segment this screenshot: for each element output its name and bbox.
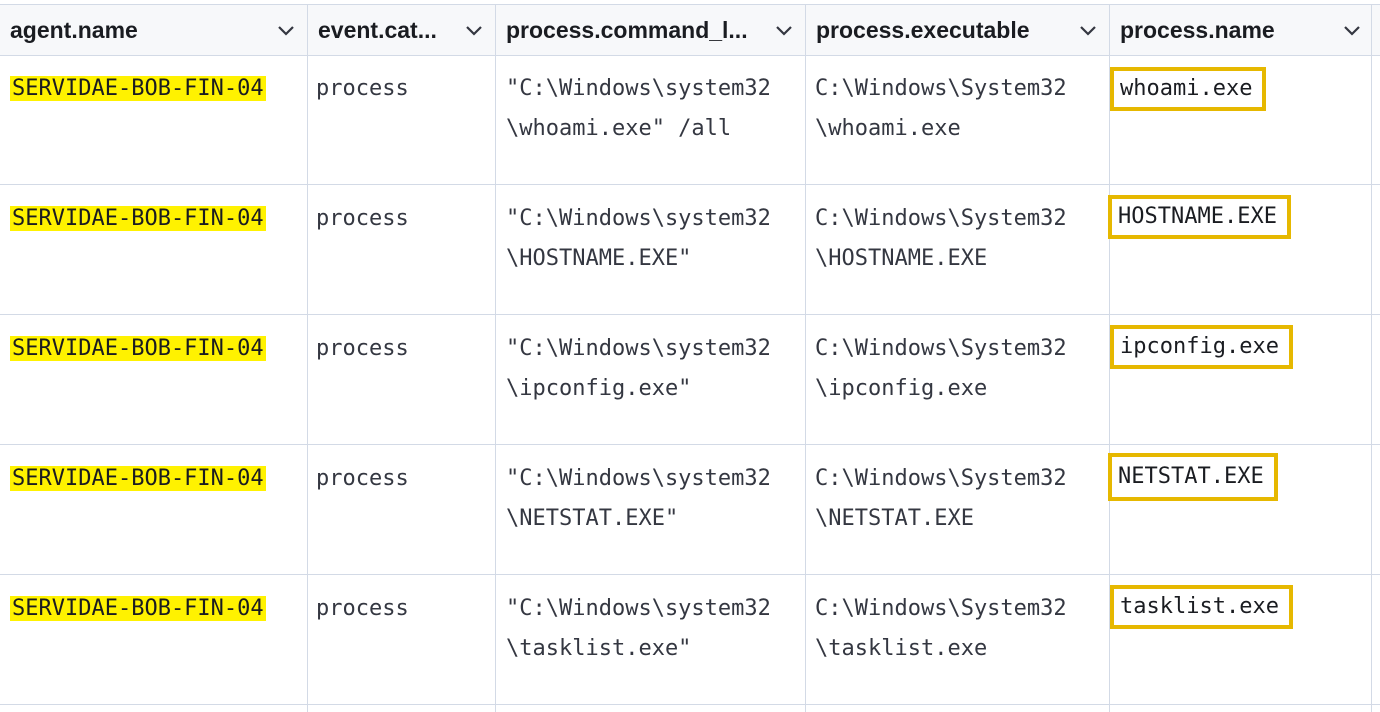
grid-header: agent.name event.cat... process.command_… — [0, 4, 1380, 56]
executable-text: \tasklist.exe — [815, 636, 988, 661]
agent-name-highlight: SERVIDAE-BOB-FIN-04 — [10, 336, 266, 361]
agent-name-cell: SERVIDAE-BOB-FIN-04 — [10, 55, 266, 184]
process-name-box: whoami.exe — [1110, 67, 1267, 111]
executable-text: \ipconfig.exe — [815, 376, 988, 401]
column-header-process-command-line[interactable]: process.command_l... — [496, 5, 806, 55]
table-row[interactable]: SERVIDAE-BOB-FIN-04 process "C:\Windows\… — [0, 575, 1380, 705]
chevron-down-icon[interactable] — [464, 21, 484, 41]
executable-text: \HOSTNAME.EXE — [815, 246, 988, 271]
chevron-down-icon[interactable] — [774, 21, 794, 41]
agent-name-highlight: SERVIDAE-BOB-FIN-04 — [10, 466, 266, 491]
process-name-box: NETSTAT.EXE — [1108, 453, 1278, 501]
command-line-text: \HOSTNAME.EXE" — [506, 246, 692, 271]
agent-name-cell: SERVIDAE-BOB-FIN-04 — [10, 315, 266, 444]
command-line-cell: "C:\Windows\system32 \tasklist.exe" — [506, 575, 771, 704]
command-line-text: "C:\Windows\system32 — [506, 76, 771, 101]
process-name-box: HOSTNAME.EXE — [1108, 195, 1291, 239]
process-name-cell: NETSTAT.EXE — [1108, 445, 1278, 574]
column-header-event-category[interactable]: event.cat... — [308, 5, 496, 55]
agent-name-cell: SERVIDAE-BOB-FIN-04 — [10, 575, 266, 704]
column-header-label: agent.name — [10, 16, 138, 43]
column-header-label: process.command_l... — [506, 16, 748, 43]
column-header-label: process.name — [1120, 16, 1275, 43]
command-line-cell: "C:\Windows\system32 \ipconfig.exe" — [506, 315, 771, 444]
column-header-agent-name[interactable]: agent.name — [0, 5, 308, 55]
command-line-text: \tasklist.exe" — [506, 636, 692, 661]
table-row[interactable]: SERVIDAE-BOB-FIN-04 process "C:\Windows\… — [0, 445, 1380, 575]
table-row[interactable]: SERVIDAE-BOB-FIN-04 process "C:\Windows\… — [0, 315, 1380, 445]
process-name-cell: HOSTNAME.EXE — [1108, 185, 1291, 314]
event-category-cell: process — [316, 336, 409, 361]
command-line-text: "C:\Windows\system32 — [506, 206, 771, 231]
command-line-cell: "C:\Windows\system32 \NETSTAT.EXE" — [506, 445, 771, 574]
command-line-text: "C:\Windows\system32 — [506, 336, 771, 361]
event-category-cell: process — [316, 206, 409, 231]
event-category-cell: process — [316, 76, 409, 101]
process-name-box: tasklist.exe — [1110, 585, 1293, 629]
command-line-text: "C:\Windows\system32 — [506, 466, 771, 491]
executable-text: C:\Windows\System32 — [815, 206, 1067, 231]
agent-name-highlight: SERVIDAE-BOB-FIN-04 — [10, 206, 266, 231]
column-header-label: event.cat... — [318, 16, 437, 43]
command-line-cell: "C:\Windows\system32 \whoami.exe" /all — [506, 55, 771, 184]
agent-name-highlight: SERVIDAE-BOB-FIN-04 — [10, 596, 266, 621]
executable-cell: C:\Windows\System32 \NETSTAT.EXE — [815, 445, 1067, 574]
column-header-process-executable[interactable]: process.executable — [806, 5, 1110, 55]
agent-name-cell: SERVIDAE-BOB-FIN-04 — [10, 445, 266, 574]
event-category-cell: process — [316, 466, 409, 491]
executable-text: C:\Windows\System32 — [815, 466, 1067, 491]
agent-name-highlight: SERVIDAE-BOB-FIN-04 — [10, 76, 266, 101]
executable-cell: C:\Windows\System32 \ipconfig.exe — [815, 315, 1067, 444]
table-row[interactable]: SERVIDAE-BOB-FIN-04 process "C:\Windows\… — [0, 55, 1380, 185]
command-line-text: \ipconfig.exe" — [506, 376, 692, 401]
process-name-cell: tasklist.exe — [1110, 575, 1293, 704]
column-header-process-name[interactable]: process.name — [1110, 5, 1372, 55]
executable-cell: C:\Windows\System32 \tasklist.exe — [815, 575, 1067, 704]
executable-text: C:\Windows\System32 — [815, 336, 1067, 361]
command-line-text: \NETSTAT.EXE" — [506, 506, 679, 531]
command-line-text: \whoami.exe" /all — [506, 116, 732, 141]
executable-text: \whoami.exe — [815, 116, 961, 141]
event-category-cell: process — [316, 596, 409, 621]
process-name-box: ipconfig.exe — [1110, 325, 1293, 369]
executable-text: C:\Windows\System32 — [815, 76, 1067, 101]
command-line-cell: "C:\Windows\system32 \HOSTNAME.EXE" — [506, 185, 771, 314]
chevron-down-icon[interactable] — [1078, 21, 1098, 41]
chevron-down-icon[interactable] — [1342, 21, 1362, 41]
executable-cell: C:\Windows\System32 \whoami.exe — [815, 55, 1067, 184]
chevron-down-icon[interactable] — [276, 21, 296, 41]
executable-text: \NETSTAT.EXE — [815, 506, 974, 531]
process-name-cell: whoami.exe — [1110, 55, 1267, 184]
executable-cell: C:\Windows\System32 \HOSTNAME.EXE — [815, 185, 1067, 314]
table-row[interactable]: SERVIDAE-BOB-FIN-04 process "C:\Windows\… — [0, 185, 1380, 315]
process-name-cell: ipconfig.exe — [1110, 315, 1293, 444]
column-header-label: process.executable — [816, 16, 1030, 43]
agent-name-cell: SERVIDAE-BOB-FIN-04 — [10, 185, 266, 314]
executable-text: C:\Windows\System32 — [815, 596, 1067, 621]
command-line-text: "C:\Windows\system32 — [506, 596, 771, 621]
